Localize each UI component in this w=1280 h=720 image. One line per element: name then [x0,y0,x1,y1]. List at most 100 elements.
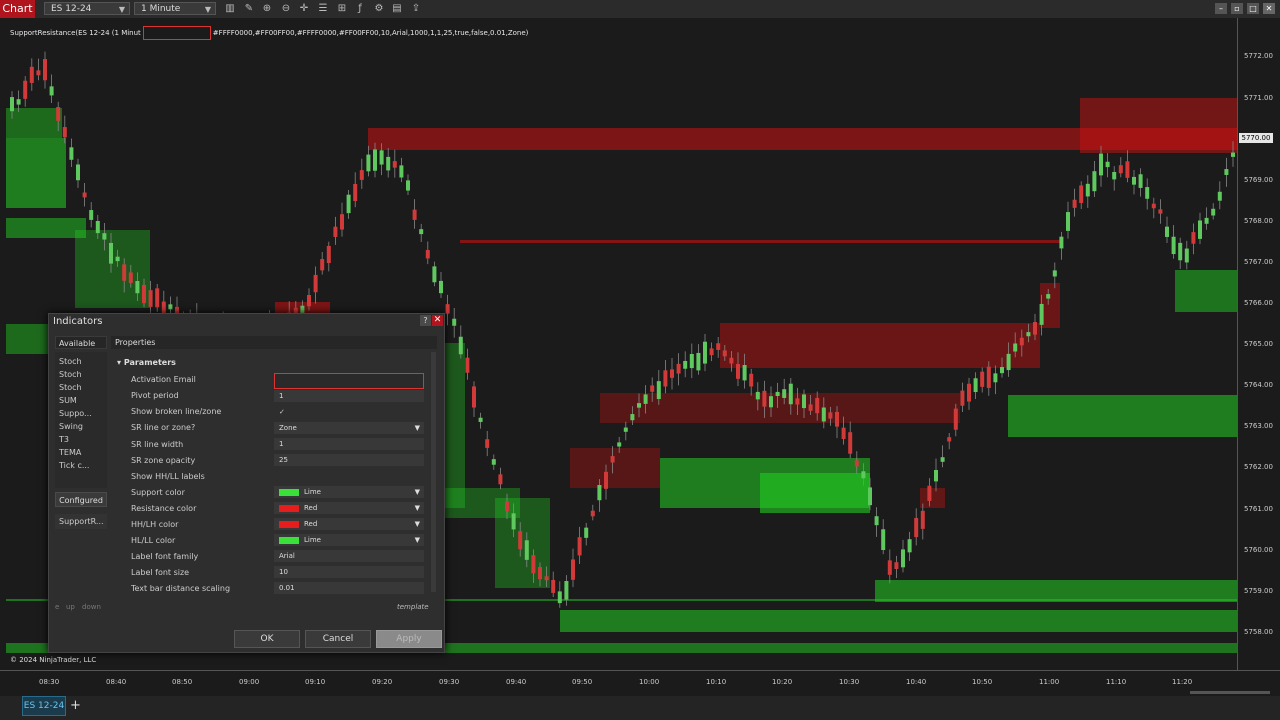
candle [1079,185,1084,203]
help-icon[interactable]: ? [420,315,431,326]
configured-button[interactable]: Configured [55,492,107,507]
price-tick: 5769.00 [1244,176,1273,184]
time-tick: 11:10 [1106,678,1127,686]
move-down-link[interactable]: down [82,603,101,611]
drawing-tool-icon[interactable]: ✎ [243,3,255,15]
available-indicator-list[interactable]: Stoch Stoch Stoch SUM Suppo... Swing T3 … [55,352,107,488]
activation-email-input[interactable] [274,373,424,389]
price-axis[interactable]: 5772.00 5771.00 5769.00 5768.00 5767.00 … [1237,18,1280,670]
hlll-color-select[interactable]: Lime ▼ [274,534,424,546]
candle [122,264,127,281]
move-up-link[interactable]: up [66,603,75,611]
color-swatch [279,520,299,528]
close-icon[interactable]: ✕ [432,315,443,326]
template-link[interactable]: template [397,603,429,611]
parameters-section[interactable]: ▾ Parameters [117,358,176,367]
properties-icon[interactable]: ☰ [317,3,329,15]
cancel-button[interactable]: Cancel [305,630,371,648]
close-icon[interactable]: ✕ [1263,3,1275,14]
candle [505,501,509,511]
candle [445,304,450,314]
candle [742,365,747,381]
list-item[interactable]: Tick c... [59,461,89,470]
candle [914,517,919,538]
support-color-select[interactable]: Lime ▼ [274,486,424,498]
list-item[interactable]: SUM [59,396,77,405]
list-item[interactable]: Stoch [59,370,82,379]
label-font-size-input[interactable]: 10 [274,566,424,578]
sr-zone [6,108,62,138]
crosshair-icon[interactable]: ✛ [298,3,310,15]
instrument-selector[interactable]: ES 12-24 ▼ [44,2,130,15]
candle [148,290,153,307]
sr-zone [600,393,960,423]
sr-line-width-input[interactable]: 1 [274,438,424,450]
tab-es-12-24[interactable]: ES 12-24 [22,696,66,716]
sr-type-select[interactable]: Zone ▼ [274,422,424,434]
candle [1046,294,1051,299]
chart-window-tab[interactable]: Chart [0,0,35,18]
list-item[interactable]: TEMA [59,448,81,457]
show-hhll-checkbox[interactable] [274,470,286,482]
restore-icon[interactable]: ▫ [1231,3,1243,14]
sr-zone-opacity-input[interactable]: 25 [274,454,424,466]
pivot-period-input[interactable]: 1 [274,390,424,402]
param-label: Support color [131,488,185,497]
text-bar-distance-input[interactable]: 0.01 [274,582,424,594]
candle [584,527,589,538]
time-tick: 09:40 [506,678,527,686]
sr-zone [75,230,150,308]
list-item[interactable]: Stoch [59,383,82,392]
horizontal-scrollbar[interactable] [1190,691,1270,694]
time-tick: 10:50 [972,678,993,686]
candle [769,396,773,408]
templates-icon[interactable]: ▤ [391,3,403,15]
maximize-icon[interactable]: □ [1247,3,1259,14]
hhlh-color-select[interactable]: Red ▼ [274,518,424,530]
list-item[interactable]: Stoch [59,357,82,366]
candle [623,427,628,432]
bar-type-icon[interactable]: ▥ [224,3,236,15]
data-series-icon[interactable]: ⊞ [336,3,348,15]
properties-scrollbar[interactable] [431,352,436,592]
indicator-label: SupportResistance(ES 12-24 (1 Minut #FFFF… [10,26,528,40]
interval-selector[interactable]: 1 Minute ▼ [134,2,216,15]
apply-button[interactable]: Apply [376,630,442,648]
time-axis[interactable]: 08:30 08:40 08:50 09:00 09:10 09:20 09:3… [0,670,1280,697]
candle [835,411,839,427]
zoom-out-icon[interactable]: ⊖ [280,3,292,15]
candle [947,437,952,442]
available-header: Available [55,336,107,349]
candle [755,391,760,400]
indicators-icon[interactable]: ƒ [354,3,366,15]
minimize-icon[interactable]: – [1215,3,1227,14]
resistance-color-select[interactable]: Red ▼ [274,502,424,514]
ok-button[interactable]: OK [234,630,300,648]
share-icon[interactable]: ⇪ [410,3,422,15]
candle [69,147,74,160]
candle [788,383,793,405]
add-tab-icon[interactable]: + [70,698,81,713]
candle [1171,236,1176,255]
list-item[interactable]: Suppo... [59,409,92,418]
sr-zone [720,323,1040,368]
list-item[interactable]: Swing [59,422,83,431]
param-label: Pivot period [131,391,179,400]
candle [1092,171,1097,192]
zoom-in-icon[interactable]: ⊕ [261,3,273,15]
candle [907,539,912,553]
indicators-dialog: Indicators ? ✕ Available Stoch Stoch Sto… [48,313,445,653]
configured-item[interactable]: SupportR... [55,514,107,529]
strategies-icon[interactable]: ⚙ [373,3,385,15]
param-label: SR line width [131,440,184,449]
candle [353,183,358,201]
nav-link[interactable]: e [55,603,59,611]
candle [868,487,872,506]
time-tick: 11:20 [1172,678,1193,686]
label-font-family-input[interactable]: Arial [274,550,424,562]
list-item[interactable]: T3 [59,435,69,444]
show-broken-checkbox[interactable]: ✓ [274,406,286,418]
candle [538,566,542,580]
candle [379,150,384,165]
candle [23,80,28,99]
